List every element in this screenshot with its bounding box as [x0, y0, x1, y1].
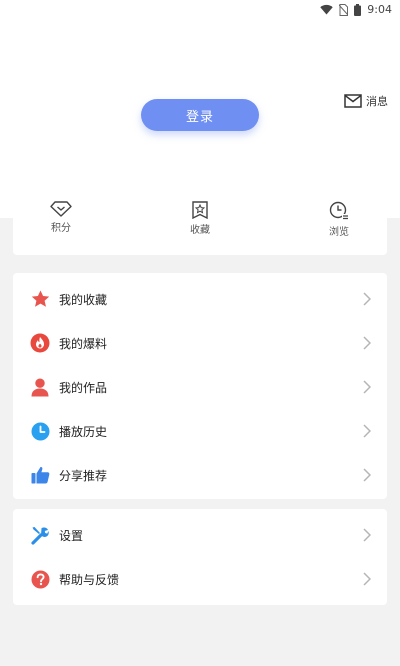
- chevron-right-icon: [363, 336, 371, 350]
- wrench-icon: [30, 526, 49, 545]
- chevron-right-icon: [363, 572, 371, 586]
- menu-main: 我的收藏 我的爆料 我的作品 播放历史 分享推荐: [13, 273, 387, 499]
- battery-icon: [354, 3, 362, 16]
- bookmark-star-icon: [192, 201, 208, 219]
- menu-item-favorites-label: 我的收藏: [59, 292, 108, 307]
- chevron-right-icon: [363, 468, 371, 482]
- stat-favorites-label: 收藏: [190, 225, 210, 236]
- no-sim-icon: [339, 3, 349, 16]
- menu-item-works[interactable]: 我的作品: [13, 365, 387, 409]
- history-clock-icon: [329, 201, 348, 220]
- menu-item-share[interactable]: 分享推荐: [13, 453, 387, 497]
- menu-item-favorites[interactable]: 我的收藏: [13, 277, 387, 321]
- mail-icon: [344, 94, 362, 108]
- menu-item-tips[interactable]: 我的爆料: [13, 321, 387, 365]
- help-icon: [31, 570, 49, 588]
- messages-label: 消息: [366, 95, 388, 108]
- menu-item-play-history-label: 播放历史: [59, 424, 108, 439]
- messages-button[interactable]: 消息: [344, 93, 388, 109]
- menu-item-settings[interactable]: 设置: [13, 513, 387, 557]
- menu-item-play-history[interactable]: 播放历史: [13, 409, 387, 453]
- status-time: 9:04: [367, 3, 392, 16]
- menu-item-help-label: 帮助与反馈: [59, 572, 120, 587]
- menu-item-tips-label: 我的爆料: [59, 336, 108, 351]
- wifi-icon: [320, 4, 333, 15]
- menu-item-help[interactable]: 帮助与反馈: [13, 557, 387, 601]
- clock-icon: [31, 422, 49, 440]
- menu-item-share-label: 分享推荐: [59, 468, 108, 483]
- menu-secondary: 设置 帮助与反馈: [13, 509, 387, 605]
- login-button[interactable]: 登录: [141, 99, 259, 131]
- stat-favorites[interactable]: 收藏: [180, 201, 220, 255]
- stat-history[interactable]: 浏览: [319, 201, 359, 255]
- menu-item-works-label: 我的作品: [59, 380, 108, 395]
- stat-history-label: 浏览: [329, 227, 349, 238]
- stat-points-label: 积分: [51, 223, 71, 234]
- chevron-right-icon: [363, 424, 371, 438]
- status-bar: 9:04: [0, 0, 400, 22]
- stats-bar: 积分 收藏 浏览: [13, 193, 387, 255]
- person-icon: [31, 378, 49, 396]
- diamond-icon: [50, 201, 72, 217]
- flame-icon: [30, 333, 50, 353]
- menu-item-settings-label: 设置: [59, 528, 84, 543]
- header-area: 9:04 消息 登录: [0, 0, 400, 218]
- star-icon: [31, 290, 49, 307]
- thumb-up-icon: [31, 466, 49, 484]
- chevron-right-icon: [363, 528, 371, 542]
- chevron-right-icon: [363, 292, 371, 306]
- stat-points[interactable]: 积分: [41, 201, 81, 255]
- chevron-right-icon: [363, 380, 371, 394]
